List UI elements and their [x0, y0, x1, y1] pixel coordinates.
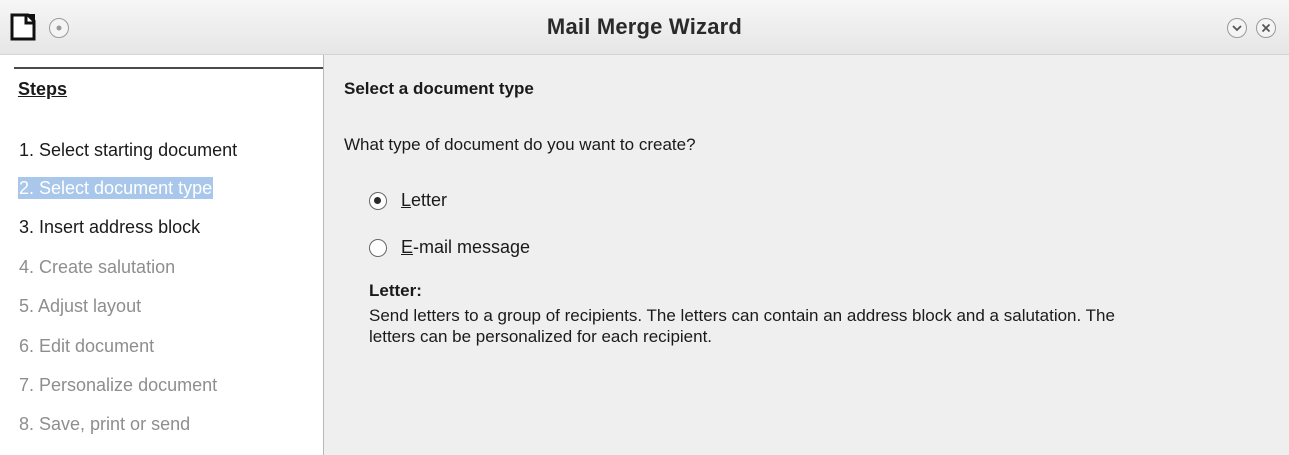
step-select-starting-document[interactable]: 1. Select starting document: [18, 139, 238, 161]
minimize-icon[interactable]: [1226, 17, 1248, 39]
steps-rule: [14, 67, 323, 69]
step-save-print-send: 8. Save, print or send: [19, 414, 191, 434]
step-insert-address-block[interactable]: 3. Insert address block: [18, 216, 201, 238]
steps-title: Steps: [18, 79, 68, 99]
email-label-rest: -mail message: [413, 237, 531, 257]
mail-merge-wizard-window: Mail Merge Wizard Steps 1. Select starti…: [0, 0, 1289, 455]
content-pane: Select a document type What type of docu…: [324, 55, 1289, 455]
email-option[interactable]: E-mail message: [369, 237, 530, 258]
steps-pane: Steps 1. Select starting document 2. Sel…: [0, 55, 323, 455]
step-select-document-type[interactable]: 2. Select document type: [18, 177, 214, 199]
title-bar: Mail Merge Wizard: [0, 0, 1289, 55]
close-icon[interactable]: [1255, 17, 1277, 39]
page-heading: Select a document type: [344, 79, 534, 98]
question-text: What type of document do you want to cre…: [344, 135, 696, 154]
step-create-salutation: 4. Create salutation: [19, 257, 176, 277]
step-adjust-layout: 5. Adjust layout: [19, 296, 142, 316]
description-text: Send letters to a group of recipients. T…: [369, 306, 1115, 346]
email-radio[interactable]: [369, 238, 387, 257]
letter-radio[interactable]: [369, 191, 387, 210]
description-title: Letter:: [369, 281, 422, 300]
letter-option[interactable]: Letter: [369, 190, 447, 211]
letter-mnemonic: L: [401, 190, 412, 210]
window-title: Mail Merge Wizard: [546, 14, 743, 39]
email-label[interactable]: E-mail message: [401, 237, 530, 258]
step-personalize-document: 7. Personalize document: [19, 375, 218, 395]
letter-label[interactable]: Letter: [401, 190, 447, 211]
email-mnemonic: E: [401, 237, 414, 257]
step-edit-document: 6. Edit document: [19, 336, 155, 356]
letter-label-rest: etter: [411, 190, 448, 210]
